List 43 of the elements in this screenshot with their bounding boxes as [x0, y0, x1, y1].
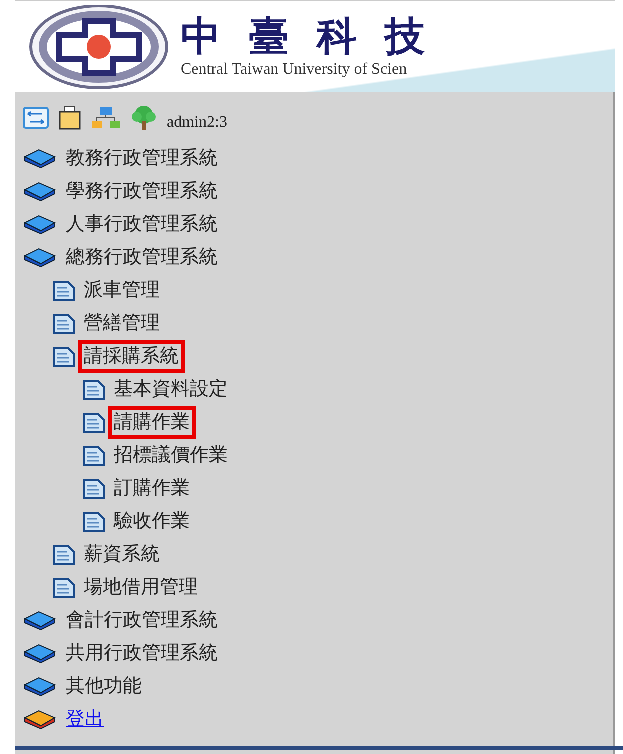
university-subtitle: Central Taiwan University of Scien	[181, 60, 408, 78]
university-title: 中臺科技	[181, 14, 453, 58]
book-icon	[23, 676, 57, 696]
menu-item[interactable]: 基本資料設定	[108, 373, 234, 406]
book-icon	[23, 248, 57, 268]
document-icon	[83, 478, 105, 498]
menu-item[interactable]: 請購作業	[108, 406, 196, 439]
network-icon[interactable]	[91, 106, 121, 130]
menu-item[interactable]: 教務行政管理系統	[60, 142, 224, 175]
book-icon	[23, 644, 57, 664]
book-icon	[23, 148, 57, 168]
document-icon	[83, 412, 105, 432]
document-icon	[53, 544, 75, 564]
book-icon	[23, 610, 57, 630]
menu-item[interactable]: 派車管理	[78, 274, 166, 307]
username-text: admin2:3	[167, 114, 228, 132]
menu-item[interactable]: 請採購系統	[78, 340, 185, 373]
logout-link[interactable]: 登出	[60, 703, 110, 736]
document-icon	[83, 512, 105, 532]
menu-item[interactable]: 營繕管理	[78, 307, 166, 340]
menu-item[interactable]: 訂購作業	[108, 472, 196, 505]
tree-icon[interactable]	[131, 105, 157, 131]
arrows-icon[interactable]	[23, 107, 49, 129]
document-icon	[83, 446, 105, 466]
menu-item[interactable]: 人事行政管理系統	[60, 208, 224, 241]
menu-item[interactable]: 招標議價作業	[108, 439, 234, 472]
menu-item[interactable]: 總務行政管理系統	[60, 241, 224, 274]
book-icon	[23, 214, 57, 234]
document-icon	[53, 314, 75, 334]
menu-item[interactable]: 驗收作業	[108, 505, 196, 538]
folder-icon[interactable]	[59, 106, 81, 130]
menu-item[interactable]: 其他功能	[60, 670, 148, 703]
document-icon	[53, 280, 75, 300]
document-icon	[53, 578, 75, 598]
book-icon	[23, 182, 57, 202]
document-icon	[83, 380, 105, 400]
book-icon	[23, 710, 57, 730]
menu-item[interactable]: 場地借用管理	[78, 571, 204, 604]
menu-item[interactable]: 學務行政管理系統	[60, 175, 224, 208]
menu-item[interactable]: 共用行政管理系統	[60, 637, 224, 670]
menu-item[interactable]: 會計行政管理系統	[60, 604, 224, 637]
document-icon	[53, 346, 75, 366]
menu-item[interactable]: 薪資系統	[78, 538, 166, 571]
